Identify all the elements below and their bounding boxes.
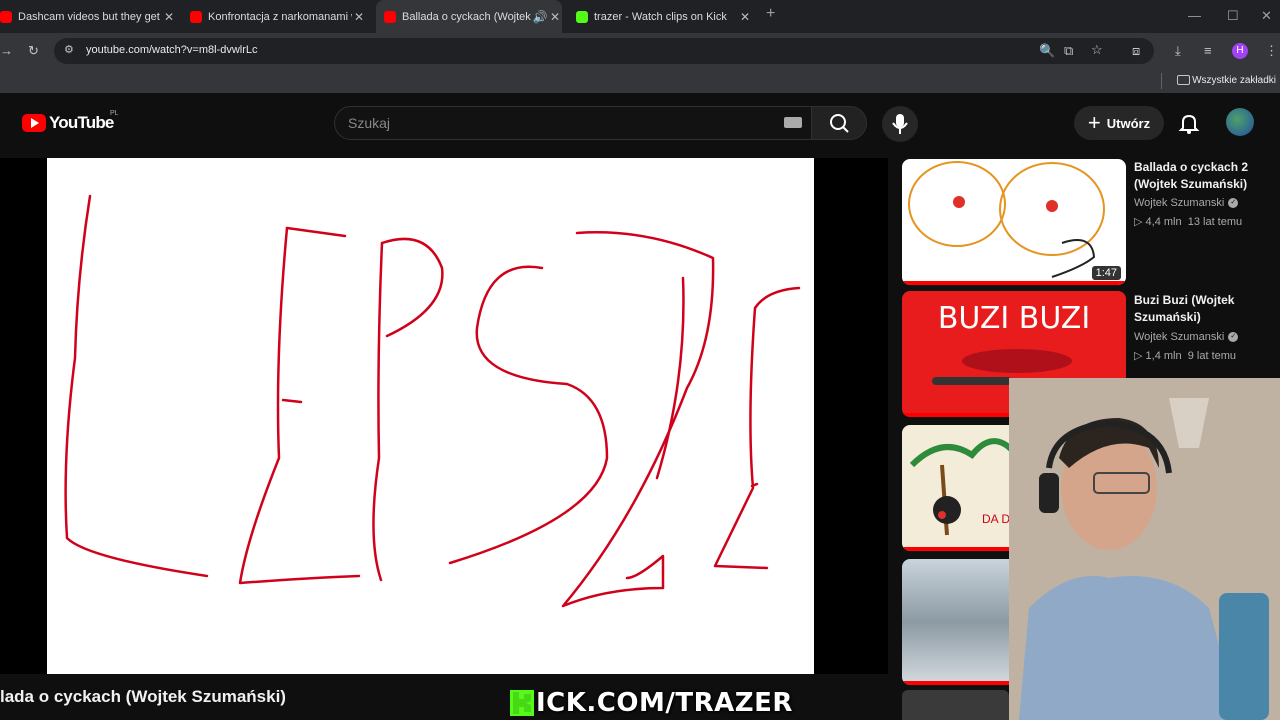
download-icon[interactable]: ⤓ — [1175, 43, 1181, 59]
media-control-icon[interactable]: ≡ — [1204, 43, 1212, 58]
rec-meta-2: ▷ 1,4 mln 9 lat temu — [1134, 349, 1236, 362]
close-tab-icon[interactable]: ✕ — [352, 10, 366, 24]
all-bookmarks-link[interactable]: Wszystkie zakładki — [1192, 75, 1276, 86]
upload-age: 9 lat temu — [1187, 350, 1237, 362]
thumbnail-text: BUZI BUZI — [937, 301, 1091, 336]
streamer-silhouette — [1009, 378, 1280, 720]
youtube-logo[interactable]: YouTube — [22, 113, 114, 133]
keyboard-icon[interactable] — [784, 117, 802, 128]
url-text[interactable]: youtube.com/watch?v=m8l-dvwlrLc — [86, 44, 258, 56]
verified-icon: ✓ — [1228, 332, 1239, 342]
rec-title-2[interactable]: Buzi Buzi (Wojtek Szumański) — [1134, 292, 1274, 326]
rec-meta-1: ▷ 4,4 mln 13 lat temu — [1134, 215, 1242, 228]
plus-icon: + — [1087, 110, 1101, 135]
close-tab-icon[interactable]: ✕ — [738, 10, 752, 24]
menu-icon[interactable]: ⋮ — [1265, 43, 1278, 59]
notifications-bell-icon[interactable] — [1178, 112, 1200, 139]
upload-age: 13 lat temu — [1187, 216, 1243, 228]
voice-search-button[interactable] — [882, 106, 918, 142]
view-count: 1,4 mln — [1145, 350, 1182, 362]
bookmarks-divider — [1161, 73, 1162, 89]
tab-ballada-active[interactable]: Ballada o cyckach (Wojtek S 🔊 ✕ — [376, 0, 562, 33]
speaker-icon[interactable]: 🔊 — [532, 10, 548, 24]
guitar-shape — [932, 377, 1012, 385]
video-frame[interactable] — [47, 158, 814, 674]
play-icon: ▷ — [1134, 216, 1146, 228]
extensions-icon[interactable]: ⧈ — [1132, 43, 1140, 59]
search-placeholder: Szukaj — [348, 115, 391, 131]
profile-avatar[interactable]: H — [1232, 43, 1248, 59]
bookmark-star-icon[interactable]: ☆ — [1091, 42, 1103, 58]
watch-progress-bar — [902, 281, 1126, 285]
forward-icon[interactable]: → — [0, 43, 13, 58]
channel-name: Wojtek Szumanski — [1134, 331, 1225, 343]
tab-dashcam[interactable]: Dashcam videos but they get in ✕ — [0, 4, 176, 29]
kick-url-text: ICK.COM/TRAZER — [536, 688, 793, 718]
create-button[interactable]: + Utwórz — [1074, 106, 1164, 140]
drawing-lepsze — [64, 194, 801, 608]
minimize-icon[interactable]: — — [1188, 8, 1201, 23]
youtube-favicon-icon — [0, 10, 12, 23]
reload-icon[interactable]: ↻ — [28, 43, 39, 59]
youtube-favicon-icon — [190, 10, 202, 23]
create-label: Utwórz — [1106, 115, 1151, 131]
maximize-icon[interactable]: ☐ — [1227, 8, 1239, 24]
webcam-overlay — [1009, 378, 1280, 720]
rec-title-1[interactable]: Ballada o cyckach 2 (Wojtek Szumański) — [1134, 159, 1274, 193]
verified-icon: ✓ — [1228, 198, 1239, 208]
play-icon: ▷ — [1134, 350, 1146, 362]
kick-logo-icon — [510, 690, 534, 716]
new-tab-icon[interactable]: + — [766, 5, 775, 23]
tab-title: Ballada o cyckach (Wojtek S — [402, 10, 532, 23]
zoom-icon[interactable]: 🔍 — [1039, 43, 1055, 59]
site-settings-icon[interactable]: ⚙ — [64, 43, 74, 56]
rec-channel-1[interactable]: Wojtek Szumanski ✓ — [1134, 197, 1239, 209]
tab-title: Dashcam videos but they get in — [18, 10, 162, 23]
video-title: lada o cyckach (Wojtek Szumański) — [0, 687, 286, 706]
close-window-icon[interactable]: ✕ — [1261, 8, 1272, 24]
search-button[interactable] — [811, 106, 867, 140]
tab-kick[interactable]: trazer - Watch clips on Kick ✕ — [576, 4, 752, 29]
tab-konfrontacja[interactable]: Konfrontacja z narkomanami w ✕ — [190, 4, 366, 29]
mic-icon — [892, 114, 908, 134]
close-tab-icon[interactable]: ✕ — [162, 10, 176, 24]
tab-title: Konfrontacja z narkomanami w — [208, 10, 352, 23]
search-icon — [830, 114, 849, 133]
youtube-play-icon — [22, 114, 46, 132]
kick-watermark: ICK.COM/TRAZER — [510, 688, 793, 718]
close-tab-icon[interactable]: ✕ — [548, 10, 562, 24]
kick-favicon-icon — [576, 10, 588, 23]
rec-thumbnail-1[interactable]: 1:47 — [902, 159, 1126, 285]
channel-name: Wojtek Szumanski — [1134, 197, 1225, 209]
search-input[interactable] — [334, 106, 812, 140]
view-count: 4,4 mln — [1145, 216, 1182, 228]
country-code: PL — [110, 110, 119, 117]
tab-title: trazer - Watch clips on Kick — [594, 10, 727, 23]
youtube-favicon-icon — [384, 10, 396, 23]
folder-icon — [1177, 75, 1190, 85]
rec-channel-2[interactable]: Wojtek Szumanski ✓ — [1134, 331, 1239, 343]
install-app-icon[interactable]: ⧉ — [1064, 43, 1073, 59]
rec-thumbnail-5[interactable] — [902, 690, 1009, 720]
video-duration: 1:47 — [1091, 266, 1121, 280]
bookmarks-bar — [0, 69, 1280, 93]
lips-shape — [962, 349, 1072, 373]
user-avatar[interactable] — [1226, 108, 1254, 136]
youtube-wordmark: YouTube — [49, 113, 114, 132]
